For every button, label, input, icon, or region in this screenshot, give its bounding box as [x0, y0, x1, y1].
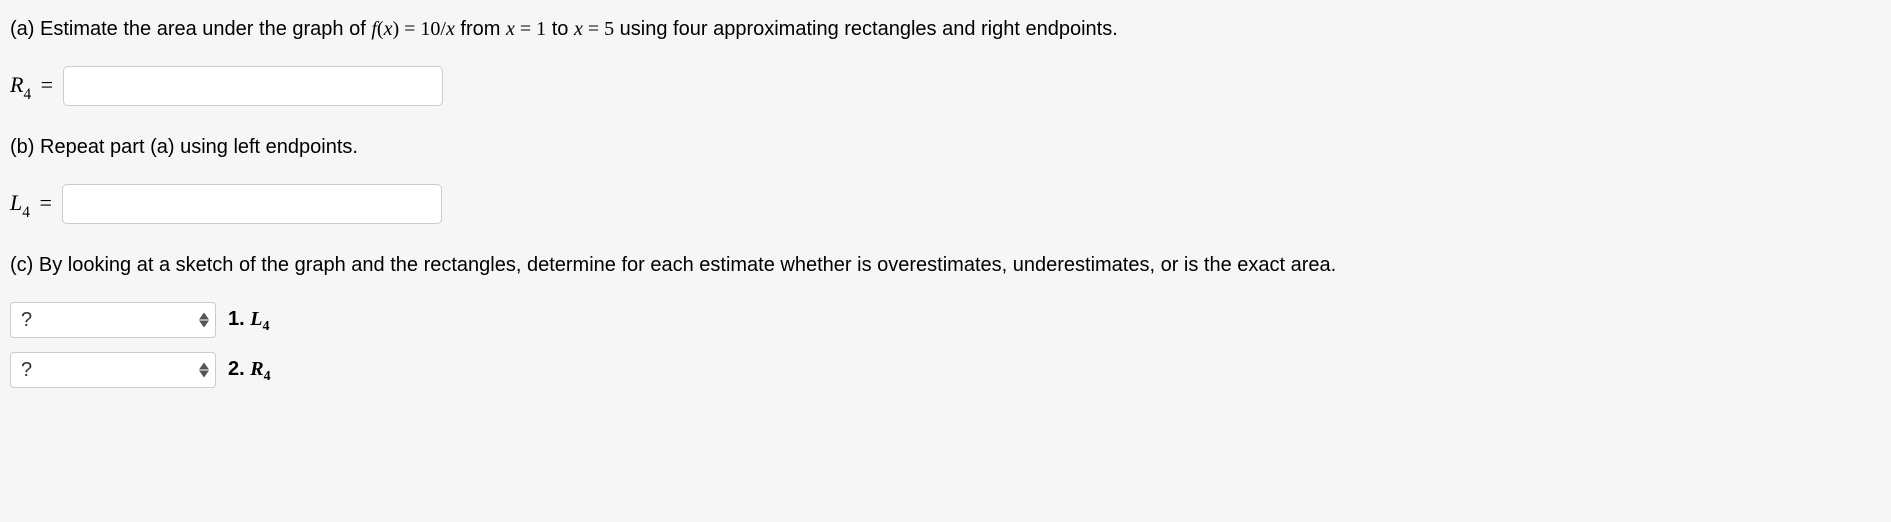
part-c-text: (c) By looking at a sketch of the graph … [10, 254, 1336, 276]
match-label-1: 1. L4 [228, 304, 269, 337]
math-fx: f(x) = 10/x [371, 18, 455, 40]
r4-answer-row: R4 = [10, 66, 1881, 106]
match-select-2[interactable]: ? [10, 352, 216, 388]
part-a-post: using four approximating rectangles and … [614, 18, 1118, 40]
math-x1: x = 1 [506, 18, 546, 40]
part-b-text: (b) Repeat part (a) using left endpoints… [10, 136, 358, 158]
part-c-prompt: (c) By looking at a sketch of the graph … [10, 250, 1881, 280]
l4-answer-row: L4 = [10, 184, 1881, 224]
l4-input[interactable] [62, 184, 442, 224]
l4-label: L4 = [10, 186, 52, 223]
part-a-pre: (a) Estimate the area under the graph of [10, 18, 371, 40]
match-row-1: ? 1. L4 [10, 302, 1881, 338]
part-b-prompt: (b) Repeat part (a) using left endpoints… [10, 132, 1881, 162]
match-select-1[interactable]: ? [10, 302, 216, 338]
part-a-to: to [546, 18, 574, 40]
math-x5: x = 5 [574, 18, 614, 40]
r4-input[interactable] [63, 66, 443, 106]
match-row-2: ? 2. R4 [10, 352, 1881, 388]
stepper-arrows-icon [199, 313, 209, 328]
match-select-1-display: ? [21, 305, 32, 335]
match-label-2: 2. R4 [228, 354, 271, 387]
r4-label: R4 = [10, 68, 53, 105]
stepper-arrows-icon [199, 363, 209, 378]
part-a-prompt: (a) Estimate the area under the graph of… [10, 14, 1881, 44]
part-a-from: from [455, 18, 506, 40]
match-select-2-display: ? [21, 355, 32, 385]
